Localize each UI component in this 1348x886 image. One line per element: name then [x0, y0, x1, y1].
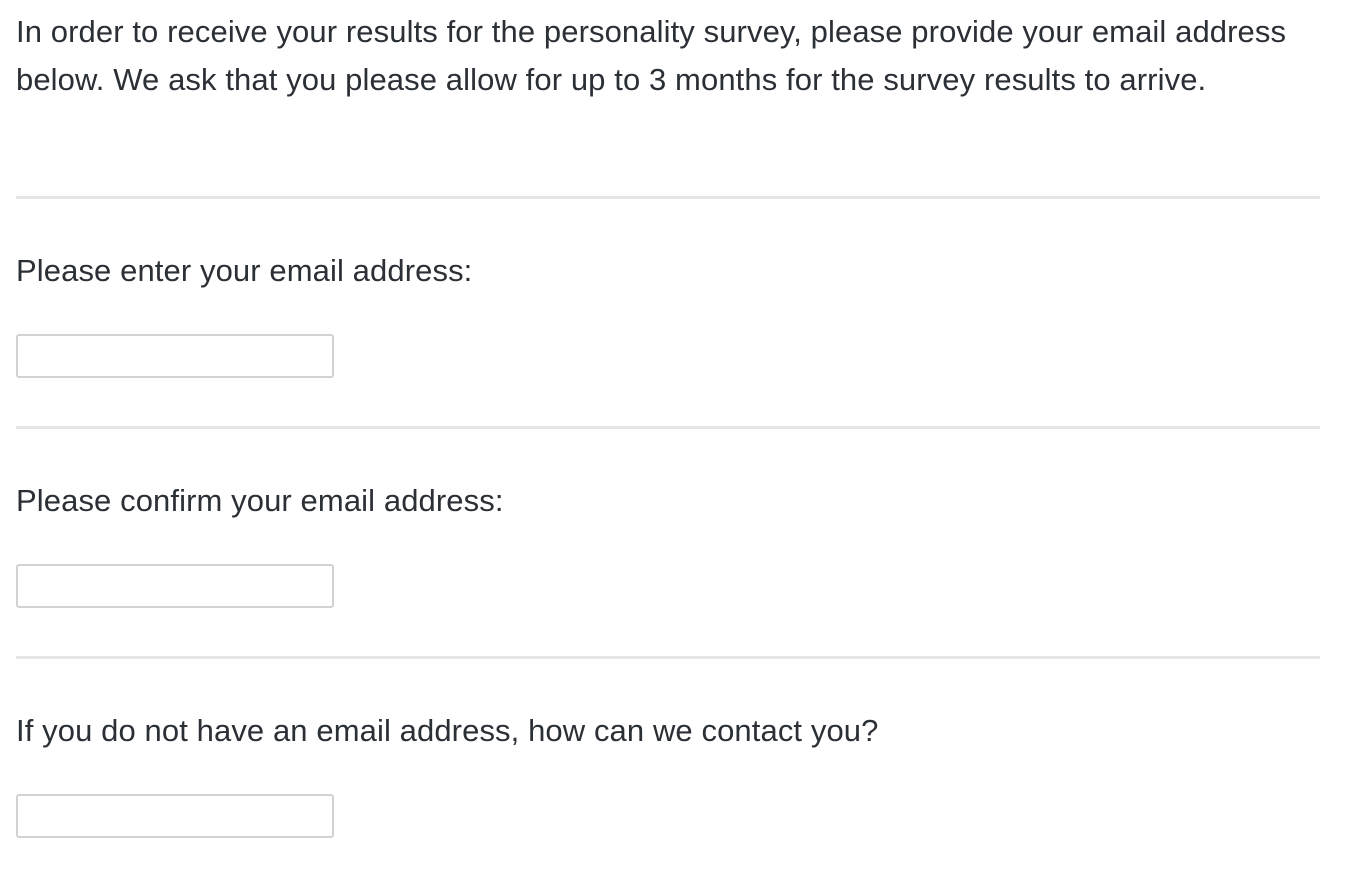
alternate-contact-question-label: If you do not have an email address, how… — [16, 713, 879, 748]
email-input[interactable] — [16, 334, 334, 378]
question-email: Please enter your email address: — [16, 199, 1320, 426]
email-question-label: Please enter your email address: — [16, 253, 473, 288]
confirm-email-question-label: Please confirm your email address: — [16, 483, 504, 518]
question-confirm-email: Please confirm your email address: — [16, 429, 1320, 656]
survey-intro-text: In order to receive your results for the… — [16, 14, 1287, 97]
confirm-email-input[interactable] — [16, 564, 334, 608]
question-alternate-contact: If you do not have an email address, how… — [16, 659, 1320, 886]
survey-form: In order to receive your results for the… — [16, 0, 1320, 886]
alternate-contact-input[interactable] — [16, 794, 334, 838]
